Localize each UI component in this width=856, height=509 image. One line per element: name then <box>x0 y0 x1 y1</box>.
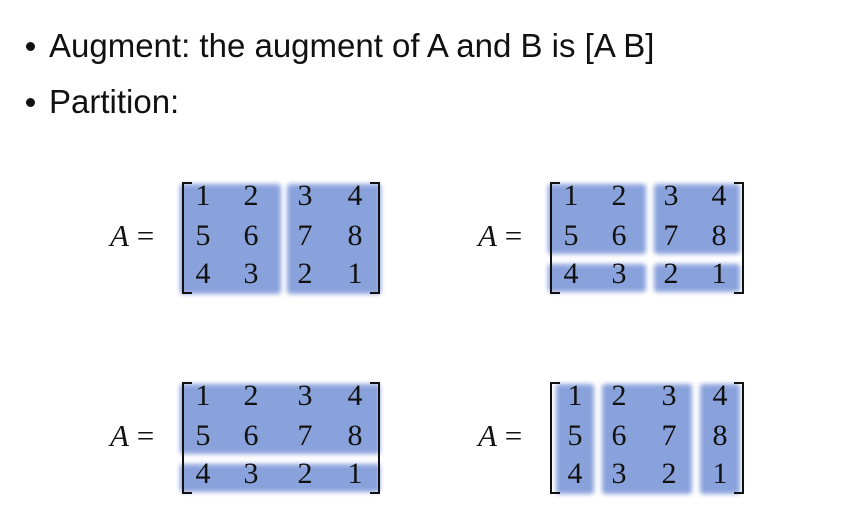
bullet-augment: Augment: the augment of A and B is [A B] <box>26 26 654 66</box>
bullet-partition-text: Partition: <box>49 83 180 120</box>
cell: 4 <box>195 257 211 290</box>
right-bracket <box>734 182 744 294</box>
cell: 2 <box>611 179 627 212</box>
cell: 2 <box>663 257 679 290</box>
cell: 3 <box>611 257 627 290</box>
cell: 3 <box>297 179 313 212</box>
cell: 5 <box>567 419 583 452</box>
bullet-dot <box>26 97 35 107</box>
left-bracket <box>550 382 560 494</box>
right-bracket <box>734 382 744 494</box>
cell: 3 <box>297 379 313 412</box>
right-bracket <box>370 382 380 494</box>
cell: 3 <box>243 257 259 290</box>
matrix-lhs: A = <box>110 418 155 453</box>
matrix-lhs: A = <box>110 218 155 253</box>
cell: 7 <box>297 419 313 452</box>
cell: 7 <box>661 419 677 452</box>
cell: 2 <box>297 257 313 290</box>
cell: 6 <box>243 219 259 252</box>
cell: 6 <box>611 219 627 252</box>
cell: 3 <box>243 457 259 490</box>
cell: 2 <box>611 379 627 412</box>
cell: 3 <box>663 179 679 212</box>
cell: 5 <box>195 219 211 252</box>
cell: 4 <box>347 179 363 212</box>
cell: 4 <box>711 179 727 212</box>
cell: 2 <box>297 457 313 490</box>
cell: 8 <box>347 419 363 452</box>
matrix-lhs: A = <box>478 418 523 453</box>
cell: 4 <box>195 457 211 490</box>
cell: 3 <box>661 379 677 412</box>
bullet-augment-text: Augment: the augment of A and B is [A B] <box>49 27 655 64</box>
right-bracket <box>370 182 380 294</box>
cell: 5 <box>563 219 579 252</box>
cell: 1 <box>195 179 211 212</box>
cell: 1 <box>195 379 211 412</box>
cell: 2 <box>243 379 259 412</box>
matrix-lhs: A = <box>478 218 523 253</box>
cell: 1 <box>711 257 727 290</box>
cell: 4 <box>567 457 583 490</box>
cell: 2 <box>243 179 259 212</box>
bullet-dot <box>26 41 35 51</box>
cell: 7 <box>663 219 679 252</box>
cell: 7 <box>297 219 313 252</box>
cell: 2 <box>661 457 677 490</box>
cell: 1 <box>347 257 363 290</box>
cell: 8 <box>347 219 363 252</box>
cell: 4 <box>712 379 728 412</box>
cell: 5 <box>195 419 211 452</box>
bullet-partition: Partition: <box>26 82 179 122</box>
cell: 6 <box>611 419 627 452</box>
cell: 8 <box>712 419 728 452</box>
cell: 4 <box>563 257 579 290</box>
cell: 1 <box>712 457 728 490</box>
cell: 1 <box>347 457 363 490</box>
cell: 1 <box>563 179 579 212</box>
cell: 8 <box>711 219 727 252</box>
cell: 3 <box>611 457 627 490</box>
cell: 6 <box>243 419 259 452</box>
cell: 4 <box>347 379 363 412</box>
cell: 1 <box>567 379 583 412</box>
